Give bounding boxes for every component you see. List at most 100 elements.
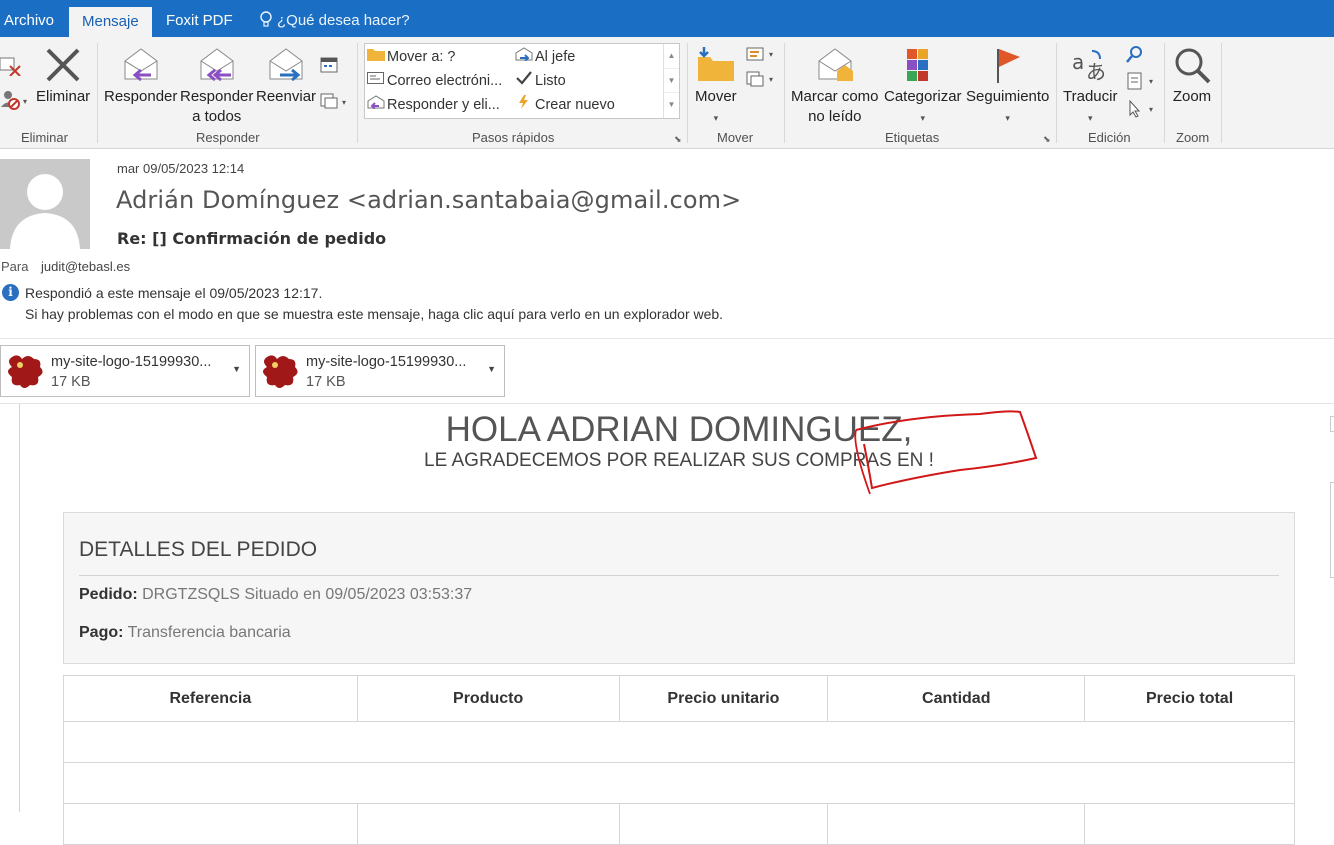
categorizar-button[interactable]: Categorizar ▾ [884,45,962,128]
meeting-icon[interactable] [320,56,340,79]
find-icon[interactable] [1125,44,1145,69]
ignore-icon[interactable] [0,56,22,81]
quick-step-al-jefe[interactable]: Al jefe [515,46,575,68]
mark-unread-icon [818,48,853,81]
eliminar-label: Eliminar [36,88,91,105]
scroll-up-icon[interactable]: ▲ [664,44,679,69]
scroll-down-icon[interactable]: ▼ [664,69,679,94]
quick-step-correo[interactable]: Correo electróni... [367,70,502,92]
tab-foxit-pdf[interactable]: Foxit PDF [162,0,237,37]
quick-steps-gallery: Mover a: ? Correo electróni... Responder… [364,43,680,119]
rules-icon[interactable]: ▾ [745,45,777,68]
mover-label: Mover [695,88,737,105]
order-items-table: Referencia Producto Precio unitario Cant… [63,675,1295,845]
quick-step-responder-eliminar[interactable]: Responder y eli... [367,94,500,116]
quick-step-listo[interactable]: Listo [515,70,566,92]
svg-text:あ: あ [1086,60,1106,84]
svg-text:▾: ▾ [1149,77,1153,86]
column-header-producto: Producto [356,675,620,722]
chevron-down-icon[interactable]: ▼ [232,364,241,374]
reenviar-label: Reenviar [256,88,317,105]
select-icon[interactable]: ▾ [1125,99,1157,123]
recipient[interactable]: judit@tebasl.es [41,259,130,274]
quick-step-label: Responder y eli... [387,97,500,113]
payment-label: Pago: [79,624,124,641]
expand-gallery-icon[interactable]: ▼ [664,93,679,118]
message-subject: Re: [] Confirmación de pedido [117,229,387,248]
message-sender[interactable]: Adrián Domínguez <adrian.santabaia@gmail… [116,186,741,214]
quick-step-label: Listo [535,73,566,89]
chevron-down-icon[interactable]: ▼ [487,364,496,374]
greeting-subtitle: LE AGRADECEMOS POR REALIZAR SUS COMPRAS … [424,450,934,471]
marcar-no-leido-button[interactable]: Marcar como no leído [791,45,879,127]
move-folder-icon [697,47,734,81]
more-respond-icon[interactable]: ▾ [320,92,350,115]
responder-todos-button[interactable]: Responder a todos [180,45,253,127]
info-icon: i [2,284,19,301]
attachment-size: 17 KB [51,374,91,390]
order-details-title: DETALLES DEL PEDIDO [79,538,318,561]
column-header-precio-unitario: Precio unitario [618,675,829,722]
table-cell [63,762,1295,804]
info-replied-text[interactable]: Respondió a este mensaje el 09/05/2023 1… [25,285,322,301]
avatar [0,159,90,249]
divider [0,403,1334,404]
ribbon-tab-bar: Archivo Mensaje Foxit PDF ¿Qué desea hac… [0,0,1334,37]
responder-label: Responder [104,88,178,105]
table-row [63,721,1295,763]
zoom-button[interactable]: Zoom [1172,45,1212,107]
group-label-zoom: Zoom [1176,130,1210,145]
responder-button[interactable]: Responder [104,45,177,107]
related-icon[interactable]: ▾ [1125,72,1157,95]
forward-icon [269,48,303,82]
group-label-mover: Mover [717,130,754,145]
quick-step-label: Mover a: ? [387,49,456,65]
forward-mail-icon [515,46,535,68]
table-cell [618,803,829,845]
quick-step-label: Crear nuevo [535,97,615,113]
table-cell [356,803,620,845]
email-icon [367,70,387,92]
tab-mensaje[interactable]: Mensaje [69,7,152,37]
attachment-1[interactable]: my-site-logo-15199930... 17 KB ▼ [0,345,250,397]
attachment-2[interactable]: my-site-logo-15199930... 17 KB ▼ [255,345,505,397]
dialog-launcher-icon[interactable]: ⬊ [674,134,682,145]
mover-button[interactable]: Mover ▾ [695,45,737,128]
quick-step-crear-nuevo[interactable]: Crear nuevo [515,94,615,116]
tell-me-search[interactable]: ¿Qué desea hacer? [255,0,414,37]
scrollbar-thumb[interactable] [1330,482,1334,578]
group-divider [357,43,358,143]
attachment-size: 17 KB [306,374,346,390]
folder-icon [367,46,387,68]
group-label-etiquetas: Etiquetas [885,130,940,145]
group-label-pasos-rapidos: Pasos rápidos [472,130,555,145]
attachment-name: my-site-logo-15199930... [306,354,467,370]
column-header-cantidad: Cantidad [827,675,1086,722]
table-cell [63,803,358,845]
lightning-icon [515,94,535,116]
group-label-eliminar: Eliminar [21,130,68,145]
table-row [63,803,1295,845]
eliminar-button[interactable]: Eliminar [36,45,90,107]
svg-text:a: a [1072,50,1084,74]
quick-step-mover-a[interactable]: Mover a: ? [367,46,456,68]
table-cell [1084,803,1295,845]
attachment-image-icon [4,351,46,398]
responder-todos-label-1: Responder [180,88,254,105]
traducir-button[interactable]: aあ Traducir ▾ [1063,45,1117,128]
reply-icon [124,48,158,82]
group-divider [97,43,98,143]
chevron-down-icon: ▾ [713,113,719,123]
payment-row: Pago: Transferencia bancaria [79,624,291,642]
info-view-in-browser-link[interactable]: Si hay problemas con el modo en que se m… [25,306,723,322]
actions-icon[interactable]: ▾ [745,70,777,93]
seguimiento-button[interactable]: Seguimiento ▾ [966,45,1049,128]
chevron-down-icon: ▾ [1087,113,1093,123]
to-label: Para [1,259,29,274]
attachment-image-icon [259,351,301,398]
reenviar-button[interactable]: Reenviar [256,45,316,107]
dialog-launcher-icon[interactable]: ⬊ [1043,134,1051,145]
quick-steps-scroll[interactable]: ▲ ▼ ▼ [663,44,679,118]
tab-archivo[interactable]: Archivo [0,0,58,37]
cleanup-icon[interactable]: ▾ [0,90,32,115]
